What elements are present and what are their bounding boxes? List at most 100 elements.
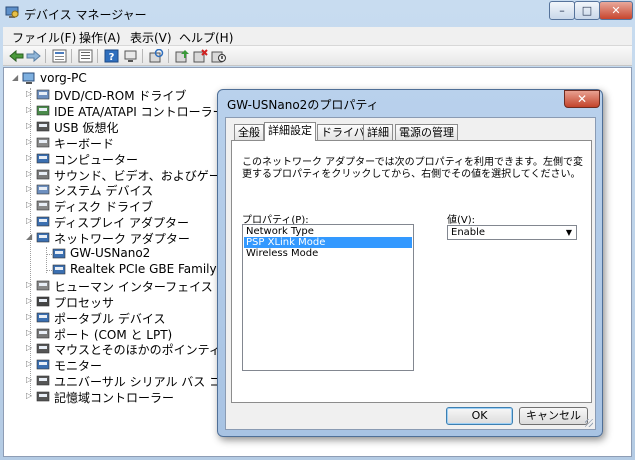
- title-bar[interactable]: デバイス マネージャー – □ ✕: [0, 0, 635, 26]
- expand-arrow-icon[interactable]: ▷: [26, 200, 34, 210]
- speaker-icon: [36, 169, 50, 179]
- tree-item-label: キーボード: [54, 136, 115, 151]
- menu-file[interactable]: ファイル(F): [12, 29, 76, 46]
- dialog-body: 全般 詳細設定 ドライバー 詳細 電源の管理 このネットワーク アダプターでは次…: [225, 117, 596, 430]
- network-icon: [36, 232, 50, 243]
- expand-arrow-icon[interactable]: ▷: [26, 391, 34, 401]
- menu-help[interactable]: ヘルプ(H): [179, 29, 233, 46]
- tree-item-label: ポート (COM と LPT): [54, 327, 173, 342]
- cancel-button[interactable]: キャンセル: [519, 407, 588, 425]
- property-item-psp-xlink-mode[interactable]: PSP XLink Mode: [244, 237, 412, 248]
- uninstall-icon[interactable]: [193, 49, 208, 63]
- menu-bar: ファイル(F) 操作(A) 表示(V) ヘルプ(H): [3, 27, 632, 46]
- tree-item-label: システム デバイス: [54, 184, 154, 199]
- expand-arrow-icon[interactable]: ▷: [26, 121, 34, 131]
- ok-button[interactable]: OK: [446, 407, 513, 425]
- minimize-button[interactable]: –: [549, 1, 575, 20]
- expand-arrow-icon[interactable]: ▷: [26, 184, 34, 194]
- tree-item-label: ディスプレイ アダプター: [54, 216, 189, 231]
- dialog-close-button[interactable]: ✕: [564, 90, 600, 108]
- network-adapter-icon: [52, 248, 66, 259]
- processor-icon: [36, 296, 50, 306]
- collapse-arrow-icon[interactable]: ◢: [26, 232, 34, 242]
- portable-device-icon: [36, 312, 50, 322]
- resize-grip[interactable]: [585, 419, 593, 427]
- chevron-down-icon[interactable]: ▼: [563, 227, 575, 238]
- scan-hardware-icon[interactable]: [149, 49, 164, 63]
- tree-item-label: 記憶域コントローラー: [54, 391, 175, 406]
- property-list[interactable]: Network Type PSP XLink Mode Wireless Mod…: [242, 224, 414, 371]
- expand-arrow-icon[interactable]: ▷: [26, 153, 34, 163]
- tree-item-label: ネットワーク アダプター: [54, 232, 190, 247]
- tab-advanced[interactable]: 詳細設定: [264, 122, 316, 141]
- expand-arrow-icon[interactable]: ▷: [26, 312, 34, 322]
- disable-device-icon[interactable]: [211, 49, 226, 63]
- usb-controller-icon: [36, 375, 50, 386]
- tree-item-label: コンピューター: [54, 152, 139, 167]
- value-select-text: Enable: [451, 227, 486, 238]
- keyboard-icon: [36, 137, 50, 147]
- storage-controller-icon: [36, 391, 50, 402]
- properties-dialog: GW-USNano2のプロパティ ✕ 全般 詳細設定 ドライバー 詳細 電源の管…: [217, 89, 603, 437]
- expand-arrow-icon[interactable]: ▷: [26, 105, 34, 115]
- property-item-network-type[interactable]: Network Type: [244, 226, 412, 237]
- device-icon[interactable]: [123, 49, 138, 63]
- value-select[interactable]: Enable ▼: [447, 225, 577, 240]
- port-icon: [36, 328, 50, 338]
- expand-arrow-icon[interactable]: ▷: [26, 169, 34, 179]
- computer-icon: [36, 153, 50, 163]
- tree-item-label: DVD/CD-ROM ドライブ: [54, 89, 187, 103]
- toolbar: ?: [3, 46, 632, 66]
- forward-arrow-icon[interactable]: [26, 49, 41, 63]
- tab-power-management[interactable]: 電源の管理: [395, 124, 458, 140]
- expand-arrow-icon[interactable]: ▷: [26, 328, 34, 338]
- mouse-icon: [36, 344, 50, 354]
- expand-arrow-icon[interactable]: ▷: [26, 137, 34, 147]
- device-manager-icon: [5, 6, 19, 18]
- dialog-title: GW-USNano2のプロパティ: [227, 98, 379, 112]
- view-icon[interactable]: [52, 49, 67, 63]
- maximize-button[interactable]: □: [574, 1, 600, 20]
- network-adapter-icon: [52, 264, 66, 275]
- update-driver-icon[interactable]: [175, 49, 190, 63]
- display-icon: [36, 216, 50, 227]
- tree-item-label: プロセッサ: [54, 295, 115, 310]
- monitor-icon: [36, 359, 50, 370]
- properties-icon[interactable]: [78, 49, 93, 63]
- menu-action[interactable]: 操作(A): [79, 29, 121, 46]
- expand-arrow-icon[interactable]: ▷: [26, 280, 34, 290]
- close-button[interactable]: ✕: [599, 1, 633, 20]
- expand-arrow-icon[interactable]: ▷: [26, 375, 34, 385]
- dvd-icon: [36, 89, 50, 100]
- value-label: 値(V):: [447, 215, 476, 226]
- tree-item-label: モニター: [54, 359, 103, 374]
- back-arrow-icon[interactable]: [9, 49, 24, 63]
- computer-icon: [22, 72, 35, 84]
- disk-icon: [36, 200, 50, 211]
- expand-arrow-icon[interactable]: ▷: [26, 343, 34, 353]
- menu-view[interactable]: 表示(V): [130, 29, 172, 46]
- usb-icon: [36, 121, 50, 132]
- tree-item-label: GW-USNano2: [70, 246, 151, 260]
- expand-arrow-icon[interactable]: ▷: [26, 359, 34, 369]
- tab-details[interactable]: 詳細: [363, 124, 393, 140]
- tab-general[interactable]: 全般: [234, 124, 264, 140]
- expand-arrow-icon[interactable]: ▷: [26, 296, 34, 306]
- description-text: このネットワーク アダプターでは次のプロパティを利用できます。左側で変更するプロ…: [242, 157, 583, 180]
- collapse-arrow-icon[interactable]: ◢: [12, 73, 20, 83]
- system-device-icon: [36, 185, 50, 195]
- tree-item-label: ディスク ドライブ: [54, 200, 153, 215]
- property-item-wireless-mode[interactable]: Wireless Mode: [244, 248, 412, 259]
- expand-arrow-icon[interactable]: ▷: [26, 89, 34, 99]
- expand-arrow-icon[interactable]: ▷: [26, 216, 34, 226]
- hid-icon: [36, 280, 50, 291]
- window-title: デバイス マネージャー: [24, 8, 147, 22]
- tree-item-label: USB 仮想化: [54, 120, 119, 135]
- svg-text:?: ?: [109, 52, 115, 63]
- tree-root-label: vorg-PC: [40, 71, 87, 85]
- ide-controller-icon: [36, 105, 50, 116]
- tree-item-label: ポータブル デバイス: [54, 311, 166, 326]
- help-icon[interactable]: ?: [104, 49, 119, 63]
- tree-item-label: IDE ATA/ATAPI コントローラー: [54, 104, 225, 119]
- advanced-tab-panel: このネットワーク アダプターでは次のプロパティを利用できます。左側で変更するプロ…: [231, 140, 592, 403]
